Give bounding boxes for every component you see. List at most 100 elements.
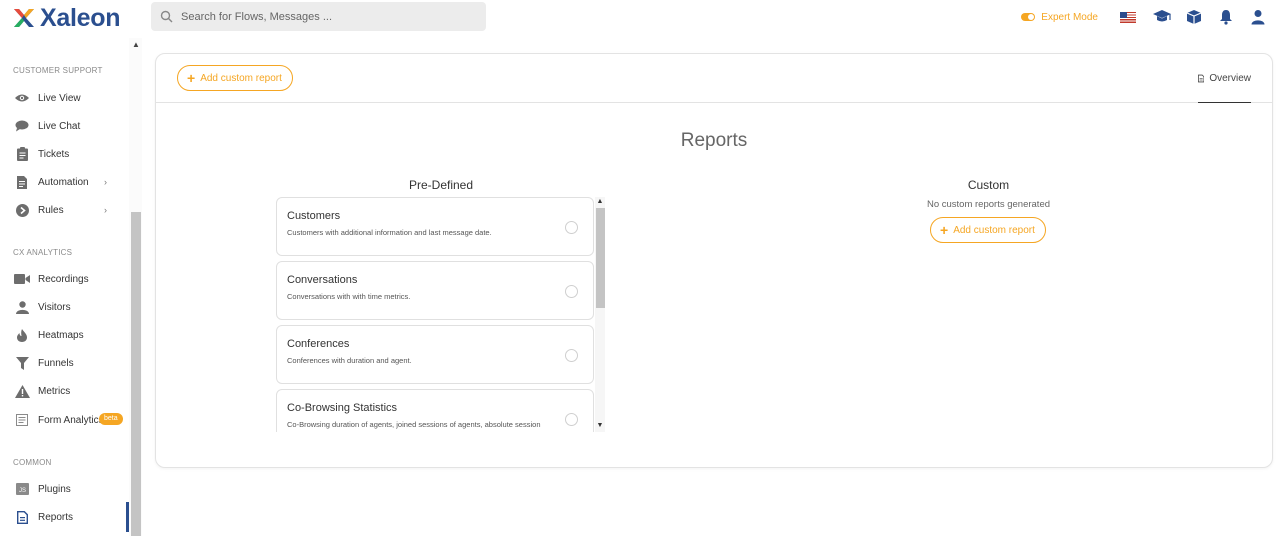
- funnel-icon: [14, 356, 30, 370]
- no-custom-reports-text: No custom reports generated: [926, 199, 1051, 210]
- sidebar-item-heatmaps[interactable]: Heatmaps: [0, 323, 128, 347]
- bell-icon[interactable]: [1216, 7, 1236, 27]
- sidebar-item-label: Rules: [38, 204, 64, 216]
- search-icon: [160, 10, 173, 23]
- report-name: Conferences: [287, 338, 350, 350]
- sidebar-item-visitors[interactable]: Visitors: [0, 295, 128, 319]
- beta-badge: beta: [99, 413, 123, 425]
- box-icon[interactable]: [1184, 7, 1204, 27]
- app-logo[interactable]: Xaleon: [12, 3, 121, 32]
- plus-icon: +: [940, 222, 949, 238]
- add-custom-report-label: Add custom report: [200, 72, 282, 84]
- page-title: Reports: [680, 130, 748, 151]
- report-name: Co-Browsing Statistics: [287, 402, 398, 414]
- add-custom-report-button[interactable]: + Add custom report: [177, 65, 293, 91]
- sidebar-item-plugins[interactable]: JS Plugins: [0, 477, 128, 501]
- sidebar-scrollbar-thumb[interactable]: [131, 212, 141, 536]
- top-bar: Xaleon Expert Mode: [0, 0, 1280, 36]
- sidebar-item-label: Plugins: [38, 483, 71, 495]
- sidebar: ▲ CUSTOMER SUPPORT Live View Live Chat T…: [0, 38, 142, 536]
- sidebar-item-reports[interactable]: Reports: [0, 502, 129, 532]
- chat-bubble-icon: [14, 119, 30, 133]
- reports-card: + Add custom report Overview Reports Pre…: [155, 53, 1273, 468]
- user-profile-icon[interactable]: [1248, 7, 1268, 27]
- expert-mode-label: Expert Mode: [1041, 11, 1098, 23]
- report-description: Conferences with duration and agent.: [287, 356, 412, 365]
- report-name: Customers: [287, 210, 341, 222]
- sidebar-item-label: Metrics: [38, 385, 71, 397]
- warning-triangle-icon: [14, 384, 30, 398]
- predefined-title: Pre-Defined: [408, 178, 474, 192]
- sidebar-item-rules[interactable]: Rules ›: [0, 198, 128, 222]
- report-document-icon: [14, 510, 30, 524]
- search-box[interactable]: [151, 2, 486, 31]
- video-camera-icon: [14, 272, 30, 286]
- graduation-cap-icon[interactable]: [1152, 7, 1172, 27]
- sidebar-item-label: Funnels: [38, 357, 74, 369]
- sidebar-item-label: Tickets: [38, 148, 70, 160]
- section-cx-analytics: CX ANALYTICS: [13, 248, 73, 257]
- clipboard-icon: [14, 147, 30, 161]
- tab-overview[interactable]: Overview: [1198, 54, 1251, 103]
- app-name: Xaleon: [40, 3, 121, 32]
- top-right-actions: Expert Mode: [1021, 0, 1280, 34]
- report-radio[interactable]: [565, 285, 578, 298]
- user-icon: [14, 300, 30, 314]
- search-input[interactable]: [181, 10, 471, 23]
- predefined-report-list: Customers Customers with additional info…: [276, 197, 607, 432]
- flame-icon: [14, 328, 30, 342]
- report-description: Conversations with with time metrics.: [287, 292, 411, 301]
- sidebar-item-metrics[interactable]: Metrics: [0, 379, 128, 403]
- report-radio[interactable]: [565, 221, 578, 234]
- sidebar-item-label: Heatmaps: [38, 329, 84, 341]
- svg-text:JS: JS: [18, 488, 25, 494]
- eye-icon: [14, 91, 30, 105]
- sidebar-item-label: Live Chat: [38, 120, 81, 132]
- sidebar-item-label: Automation: [38, 176, 89, 188]
- sidebar-item-live-view[interactable]: Live View: [0, 86, 128, 110]
- sidebar-item-recordings[interactable]: Recordings: [0, 267, 128, 291]
- report-card-conferences[interactable]: Conferences Conferences with duration an…: [276, 325, 594, 384]
- report-description: Co-Browsing duration of agents, joined s…: [287, 420, 541, 429]
- report-name: Conversations: [287, 274, 358, 286]
- custom-title: Custom: [967, 178, 1010, 192]
- plus-icon: +: [187, 70, 196, 86]
- sidebar-item-funnels[interactable]: Funnels: [0, 351, 128, 375]
- us-flag-icon[interactable]: [1120, 11, 1136, 23]
- form-icon: [14, 413, 30, 427]
- sidebar-item-label: Recordings: [38, 273, 89, 285]
- report-radio[interactable]: [565, 349, 578, 362]
- card-header: + Add custom report Overview: [156, 54, 1272, 103]
- sidebar-item-automation[interactable]: Automation ›: [0, 170, 128, 194]
- add-custom-report-button-secondary[interactable]: + Add custom report: [930, 217, 1046, 243]
- add-custom-report-label: Add custom report: [953, 224, 1035, 236]
- report-radio[interactable]: [565, 413, 578, 426]
- toggle-switch-icon[interactable]: [1021, 13, 1036, 21]
- scroll-up-icon[interactable]: ▲: [131, 40, 141, 50]
- scroll-up-icon[interactable]: ▲: [595, 198, 605, 205]
- sidebar-item-form-analytics[interactable]: Form Analytics beta: [0, 408, 128, 432]
- section-common: COMMON: [13, 458, 52, 467]
- expert-mode-toggle[interactable]: Expert Mode: [1021, 12, 1098, 23]
- sidebar-item-label: Live View: [38, 92, 81, 104]
- sidebar-item-label: Visitors: [38, 301, 71, 313]
- circle-arrow-icon: [14, 203, 30, 217]
- chevron-right-icon: ›: [104, 205, 107, 215]
- report-card-conversations[interactable]: Conversations Conversations with with ti…: [276, 261, 594, 320]
- tab-overview-label: Overview: [1209, 72, 1251, 84]
- section-customer-support: CUSTOMER SUPPORT: [13, 66, 103, 75]
- report-card-co-browsing-statistics[interactable]: Co-Browsing Statistics Co-Browsing durat…: [276, 389, 594, 432]
- js-icon: JS: [14, 482, 30, 496]
- sidebar-item-label: Form Analytics: [38, 414, 104, 426]
- chevron-right-icon: ›: [104, 177, 107, 187]
- report-description: Customers with additional information an…: [287, 228, 492, 237]
- report-list-scrollbar-thumb[interactable]: [596, 208, 605, 308]
- document-icon: [1198, 74, 1205, 82]
- sidebar-item-label: Reports: [38, 511, 74, 523]
- report-card-customers[interactable]: Customers Customers with additional info…: [276, 197, 594, 256]
- xaleon-logo-icon: [14, 9, 34, 27]
- sidebar-item-tickets[interactable]: Tickets: [0, 142, 128, 166]
- sidebar-item-live-chat[interactable]: Live Chat: [0, 114, 128, 138]
- document-icon: [14, 175, 30, 189]
- scroll-down-icon[interactable]: ▼: [595, 422, 605, 429]
